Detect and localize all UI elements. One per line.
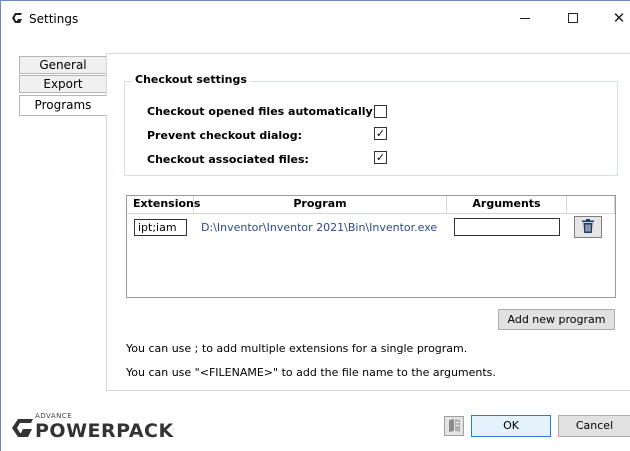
logo-advance-text: ADVANCE xyxy=(35,412,73,420)
maximize-icon xyxy=(568,13,578,23)
column-header-extensions[interactable]: Extensions xyxy=(127,196,200,214)
minimize-icon xyxy=(520,17,530,19)
checkmark-icon: ✓ xyxy=(375,127,386,140)
checkmark-icon: ✓ xyxy=(375,151,386,164)
maximize-button[interactable] xyxy=(551,1,595,35)
prevent-dialog-label: Prevent checkout dialog: xyxy=(147,129,302,142)
gear-logo-icon xyxy=(11,11,25,25)
powerpack-logo-icon xyxy=(11,418,35,438)
close-icon: ✕ xyxy=(612,9,626,27)
settings-window: Settings ✕ General Export Programs Check… xyxy=(0,0,630,451)
hint-filename: You can use "<FILENAME>" to add the file… xyxy=(126,366,496,379)
add-new-program-button[interactable]: Add new program xyxy=(498,309,615,330)
program-path[interactable]: D:\Inventor\Inventor 2021\Bin\Inventor.e… xyxy=(201,221,437,234)
prevent-dialog-checkbox[interactable]: ✓ xyxy=(374,127,387,140)
group-title: Checkout settings xyxy=(132,73,250,86)
window-title: Settings xyxy=(29,12,79,26)
cancel-button[interactable]: Cancel xyxy=(558,415,630,437)
logo-powerpack-text: POWERPACK xyxy=(35,420,174,442)
checkout-associated-label: Checkout associated files: xyxy=(147,153,309,166)
checkout-associated-checkbox[interactable]: ✓ xyxy=(374,151,387,164)
help-book-icon xyxy=(448,418,461,435)
checkout-opened-label: Checkout opened files automatically: xyxy=(147,105,378,118)
delete-row-button[interactable] xyxy=(574,216,602,238)
tab-programs[interactable]: Programs xyxy=(19,95,107,116)
arguments-field[interactable] xyxy=(454,218,560,236)
hint-extensions: You can use ; to add multiple extensions… xyxy=(126,342,468,355)
column-header-delete xyxy=(567,196,615,214)
checkout-opened-checkbox[interactable] xyxy=(374,105,387,118)
title-bar[interactable]: Settings ✕ xyxy=(1,1,630,37)
trash-icon xyxy=(582,218,594,236)
ok-button[interactable]: OK xyxy=(471,415,551,437)
column-header-program[interactable]: Program xyxy=(194,196,447,214)
tab-general[interactable]: General xyxy=(19,56,107,74)
column-header-arguments[interactable]: Arguments xyxy=(447,196,567,214)
tab-export[interactable]: Export xyxy=(19,75,107,93)
extensions-field[interactable]: ipt;iam xyxy=(134,219,187,236)
minimize-button[interactable] xyxy=(503,1,547,35)
close-button[interactable]: ✕ xyxy=(597,1,630,35)
help-button[interactable] xyxy=(444,416,464,436)
